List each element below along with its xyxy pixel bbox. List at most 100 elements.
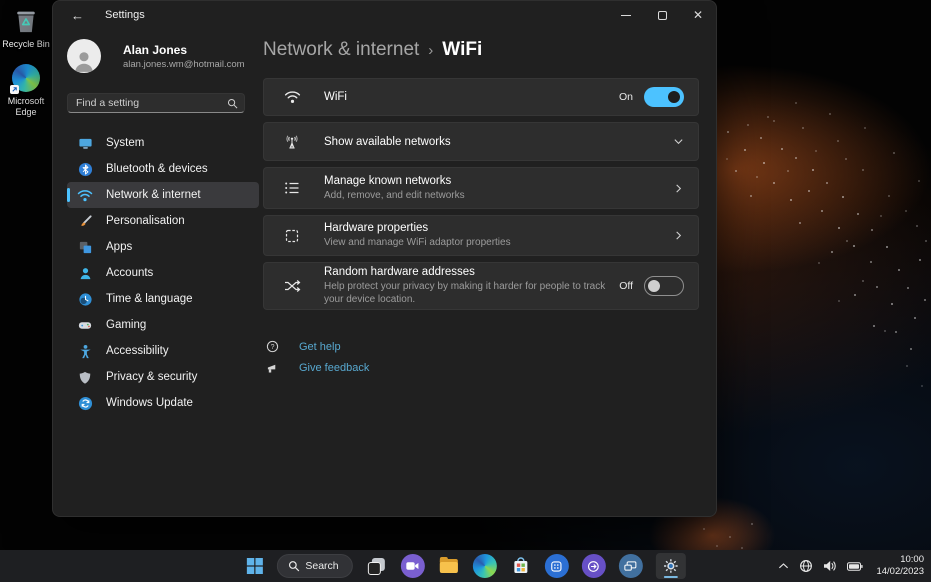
hardware-properties-row[interactable]: Hardware properties View and manage WiFi… (263, 215, 699, 256)
chevron-down-icon (674, 139, 683, 145)
video-camera-icon (406, 562, 419, 570)
microsoft-365-button[interactable] (581, 554, 606, 578)
gear-icon (663, 559, 678, 573)
sidebar-item-apps[interactable]: Apps (67, 234, 259, 260)
chip-icon (284, 228, 324, 244)
task-view-button[interactable] (366, 555, 388, 577)
search-input[interactable] (76, 97, 227, 109)
minimize-button[interactable] (608, 1, 644, 29)
row-title: Show available networks (324, 135, 451, 148)
sidebar-item-label: Apps (106, 241, 133, 253)
sidebar-item-gaming[interactable]: Gaming (67, 312, 259, 338)
settings-app-button-active[interactable] (655, 553, 686, 579)
accounts-icon (77, 265, 93, 281)
sidebar-item-label: Privacy & security (106, 371, 198, 383)
titlebar[interactable]: ← Settings ✕ (53, 1, 716, 29)
tray-chevron-up-icon[interactable] (778, 562, 789, 570)
sidebar-item-label: Windows Update (106, 397, 193, 409)
recycle-bin-icon (11, 6, 41, 36)
chevron-right-icon (676, 183, 682, 193)
sidebar-item-label: Personalisation (106, 215, 185, 227)
sidebar-item-personalisation[interactable]: Personalisation (67, 208, 259, 234)
taskbar-center: Search (245, 550, 686, 582)
chat-app-button[interactable] (400, 554, 425, 578)
gaming-icon (77, 317, 93, 333)
manage-known-networks-row[interactable]: Manage known networks Add, remove, and e… (263, 167, 699, 209)
feedback-icon (263, 362, 299, 374)
sidebar-nav: System Bluetooth & devices Network & int… (67, 130, 263, 416)
get-help-link[interactable]: ? Get help (263, 336, 699, 357)
sidebar-item-system[interactable]: System (67, 130, 259, 156)
volume-icon[interactable] (823, 560, 837, 572)
sidebar-item-bluetooth-devices[interactable]: Bluetooth & devices (67, 156, 259, 182)
desktop-icon-column: Recycle Bin Microsoft Edge (2, 6, 50, 117)
toggle-knob (668, 91, 680, 103)
settings-window: ← Settings ✕ Alan Jones alan.jones.wm@ho… (52, 0, 717, 517)
wifi-toggle[interactable] (644, 87, 684, 107)
row-subtitle: View and manage WiFi adaptor properties (324, 237, 511, 248)
back-button[interactable]: ← (71, 9, 85, 22)
desktop-icon-label: Microsoft Edge (7, 96, 45, 117)
breadcrumb-chevron-icon: › (428, 42, 434, 59)
start-button[interactable] (245, 557, 263, 575)
sidebar-item-label: System (106, 137, 145, 149)
taskbar: Search 10:00 14/02/2023 (0, 550, 931, 582)
close-button[interactable]: ✕ (680, 1, 716, 29)
chevron-right-icon (676, 231, 682, 240)
network-globe-icon[interactable] (799, 559, 813, 573)
sidebar-item-label: Accessibility (106, 345, 169, 357)
sidebar-item-accounts[interactable]: Accounts (67, 260, 259, 286)
screen-connect-button[interactable] (618, 554, 643, 578)
wifi-toggle-row[interactable]: WiFi On (263, 78, 699, 116)
desktop-icon-label: Recycle Bin (2, 39, 50, 49)
clock[interactable]: 10:00 14/02/2023 (876, 554, 924, 579)
help-icon: ? (263, 340, 299, 353)
random-hardware-addresses-row[interactable]: Random hardware addresses Help protect y… (263, 262, 699, 310)
desktop-icon-microsoft-edge[interactable]: Microsoft Edge (2, 63, 50, 117)
shield-icon (77, 369, 93, 385)
sidebar-item-label: Network & internet (106, 189, 201, 201)
settings-search-box[interactable] (67, 93, 245, 113)
windows-logo-icon (246, 558, 263, 574)
battery-icon[interactable] (847, 561, 864, 571)
breadcrumb-parent[interactable]: Network & internet (263, 39, 419, 61)
give-feedback-link[interactable]: Give feedback (263, 357, 699, 378)
wifi-icon (284, 90, 324, 104)
file-explorer-button[interactable] (438, 555, 460, 577)
circled-arrow-icon (588, 560, 600, 572)
desktop-icon-recycle-bin[interactable]: Recycle Bin (2, 6, 50, 49)
toggle-knob (648, 280, 660, 292)
close-icon: ✕ (692, 8, 704, 22)
accessibility-icon (77, 343, 93, 359)
row-title: Random hardware addresses (324, 266, 475, 278)
task-view-icon-front (367, 562, 381, 575)
app-grid-button[interactable] (544, 554, 569, 578)
svg-text:?: ? (271, 344, 275, 351)
sidebar-item-accessibility[interactable]: Accessibility (67, 338, 259, 364)
maximize-button[interactable] (644, 1, 680, 29)
account-profile[interactable]: Alan Jones alan.jones.wm@hotmail.com (67, 39, 263, 73)
toggle-state-label: On (618, 91, 633, 103)
store-button[interactable] (510, 555, 532, 577)
row-subtitle: Help protect your privacy by making it h… (324, 281, 606, 305)
edge-button[interactable] (472, 554, 497, 578)
random-hardware-addresses-toggle[interactable] (644, 276, 684, 296)
settings-sidebar: Alan Jones alan.jones.wm@hotmail.com Sys… (53, 29, 263, 516)
file-explorer-icon-front (439, 562, 458, 573)
row-subtitle: Add, remove, and edit networks (324, 189, 465, 201)
tray-date: 14/02/2023 (876, 566, 924, 577)
taskbar-search[interactable]: Search (276, 554, 353, 578)
sidebar-item-windows-update[interactable]: Windows Update (67, 390, 259, 416)
sidebar-item-network-internet[interactable]: Network & internet (67, 182, 259, 208)
show-available-networks-row[interactable]: Show available networks (263, 122, 699, 161)
wifi-icon (77, 187, 93, 203)
sidebar-item-privacy-security[interactable]: Privacy & security (67, 364, 259, 390)
antenna-icon (284, 134, 324, 150)
breadcrumb: Network & internet › WiFi (263, 39, 699, 61)
link-label: Give feedback (299, 361, 370, 374)
system-icon (77, 135, 93, 151)
sidebar-item-time-language[interactable]: Time & language (67, 286, 259, 312)
sidebar-item-label: Bluetooth & devices (106, 163, 208, 175)
shuffle-icon (284, 279, 324, 293)
shortcut-arrow-icon (10, 85, 19, 95)
